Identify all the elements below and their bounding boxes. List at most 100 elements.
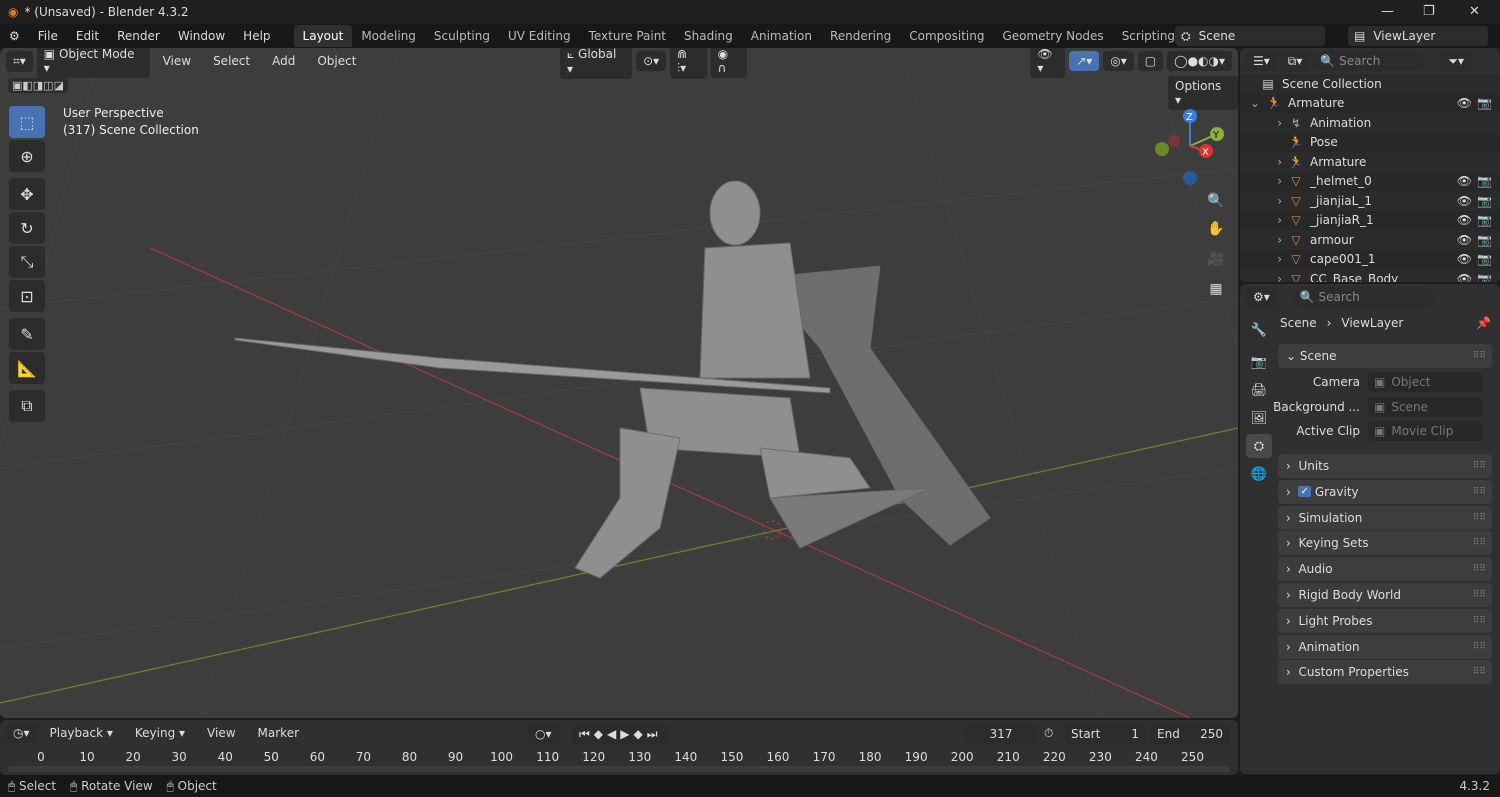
tab-world[interactable]: 🌐	[1246, 462, 1272, 486]
camera-view-button[interactable]: 🎥	[1203, 246, 1229, 272]
proportional-edit-toggle[interactable]: ◉ ∩	[710, 48, 748, 78]
tab-shading[interactable]: Shading	[675, 25, 742, 47]
expand-arrow-icon[interactable]: ›	[1240, 233, 1288, 247]
auto-key-toggle[interactable]: ○▾	[528, 724, 559, 744]
tab-compositing[interactable]: Compositing	[900, 25, 993, 47]
expand-arrow-icon[interactable]: ›	[1240, 174, 1288, 188]
pivot-dropdown[interactable]: ⊙▾	[636, 51, 667, 71]
menu-file[interactable]: File	[29, 29, 67, 43]
outliner-search-input[interactable]: 🔍 Search	[1313, 51, 1424, 71]
visibility-dropdown[interactable]: 👁▾	[1030, 48, 1066, 78]
viewport-menu-select[interactable]: Select	[204, 54, 259, 68]
outliner-item[interactable]: › 🏃 Armature	[1240, 152, 1500, 172]
move-tool[interactable]: ✥	[9, 178, 45, 210]
expand-arrow-icon[interactable]: ›	[1240, 155, 1288, 169]
tab-layout[interactable]: Layout	[293, 25, 353, 47]
editor-type-button[interactable]: ⌗▾	[6, 50, 33, 72]
display-mode-dropdown[interactable]: ⧉▾	[1280, 50, 1310, 72]
playback-controls[interactable]: ⏮◆◀▶◆⏭	[572, 724, 669, 745]
xray-toggle[interactable]: ▢	[1137, 51, 1164, 71]
outliner-item[interactable]: › ▽ _jianjiaL_1 👁 📷	[1240, 191, 1500, 211]
expand-arrow-icon[interactable]: ⌄	[1240, 96, 1266, 110]
visibility-eye-icon[interactable]: 👁	[1457, 272, 1472, 282]
render-camera-icon[interactable]: 📷	[1477, 252, 1492, 266]
render-camera-icon[interactable]: 📷	[1477, 96, 1492, 110]
timeline[interactable]: ◷▾ Playback ▾ Keying ▾ View Marker ○▾ ⏮◆…	[0, 720, 1238, 775]
zoom-view-button[interactable]: 🔍	[1203, 188, 1229, 214]
pan-view-button[interactable]: ✋	[1203, 216, 1229, 242]
viewport-menu-add[interactable]: Add	[263, 54, 304, 68]
minimize-button[interactable]: —	[1381, 4, 1394, 19]
scene-selector[interactable]: ⛭ Scene	[1175, 26, 1325, 46]
visibility-eye-icon[interactable]: 👁	[1457, 252, 1472, 266]
outliner-item[interactable]: › ▽ cape001_1 👁 📷	[1240, 250, 1500, 270]
visibility-eye-icon[interactable]: 👁	[1457, 233, 1472, 247]
outliner-item[interactable]: › ▽ armour 👁 📷	[1240, 230, 1500, 250]
filter-button[interactable]: ⏷▾	[1441, 50, 1471, 72]
navigation-gizmo[interactable]: Z Y X	[1150, 106, 1230, 188]
expand-arrow-icon[interactable]: ›	[1240, 213, 1288, 227]
section-panel[interactable]: › Animation ⠿⠿	[1278, 634, 1492, 659]
field-input[interactable]: ▣ Scene	[1368, 396, 1482, 417]
view-layer-selector[interactable]: ▤ ViewLayer	[1348, 26, 1488, 46]
timeline-menu-view[interactable]: View	[198, 726, 244, 740]
rotate-tool[interactable]: ↻	[9, 212, 45, 244]
options-dropdown[interactable]: Options ▾	[1168, 76, 1238, 110]
outliner-item[interactable]: › ▽ _jianjiaR_1 👁 📷	[1240, 211, 1500, 231]
transform-orientation-dropdown[interactable]: ⟀ Global ▾	[560, 48, 633, 79]
outliner-item[interactable]: ⌄ 🏃 Armature 👁 📷	[1240, 94, 1500, 114]
snap-toggle[interactable]: ⋒ ⫶▾	[670, 48, 707, 79]
render-camera-icon[interactable]: 📷	[1477, 174, 1492, 188]
outliner[interactable]: ☰▾ ⧉▾ 🔍 Search ⏷▾ ▤ Scene Collection ⌄ 🏃 Ar…	[1240, 48, 1500, 282]
visibility-eye-icon[interactable]: 👁	[1457, 174, 1472, 188]
viewport-menu-object[interactable]: Object	[308, 54, 365, 68]
tab-sculpting[interactable]: Sculpting	[425, 25, 499, 47]
menu-render[interactable]: Render	[108, 29, 169, 43]
section-panel[interactable]: › Simulation ⠿⠿	[1278, 505, 1492, 530]
section-panel[interactable]: › Units ⠿⠿	[1278, 454, 1492, 478]
render-camera-icon[interactable]: 📷	[1477, 194, 1492, 208]
timeline-menu-playback[interactable]: Playback ▾	[41, 726, 122, 740]
current-frame-field[interactable]: 317	[965, 724, 1037, 744]
section-panel[interactable]: › Light Probes ⠿⠿	[1278, 608, 1492, 633]
menu-edit[interactable]: Edit	[67, 29, 108, 43]
section-panel[interactable]: › Rigid Body World ⠿⠿	[1278, 583, 1492, 607]
annotate-tool[interactable]: ✎	[9, 318, 45, 350]
outliner-scene-collection[interactable]: ▤ Scene Collection	[1240, 74, 1500, 94]
viewport-menu-view[interactable]: View	[154, 54, 200, 68]
render-camera-icon[interactable]: 📷	[1477, 213, 1492, 227]
render-camera-icon[interactable]: 📷	[1477, 233, 1492, 247]
section-panel[interactable]: › ✓ Gravity ⠿⠿	[1278, 479, 1492, 504]
tab-render[interactable]: 📷	[1246, 350, 1272, 374]
gizmo-toggle[interactable]: ↗▾	[1069, 51, 1100, 71]
maximize-button[interactable]: ❐	[1423, 4, 1435, 19]
selection-mode-buttons[interactable]: ▣◧◨◫◪	[8, 78, 68, 93]
3d-viewport[interactable]: ⌗▾ ▣ Object Mode ▾ View Select Add Objec…	[0, 48, 1238, 718]
expand-arrow-icon[interactable]: ›	[1240, 272, 1288, 282]
outliner-item[interactable]: 🏃 Pose	[1240, 133, 1500, 153]
tab-animation[interactable]: Animation	[742, 25, 821, 47]
tab-texture-paint[interactable]: Texture Paint	[580, 25, 675, 47]
expand-arrow-icon[interactable]: ›	[1240, 116, 1288, 130]
overlay-toggle[interactable]: ◎▾	[1103, 51, 1134, 71]
menu-help[interactable]: Help	[234, 29, 279, 43]
visibility-eye-icon[interactable]: 👁	[1457, 213, 1472, 227]
blender-menu-icon[interactable]: ⚙	[0, 29, 29, 43]
tab-modeling[interactable]: Modeling	[352, 25, 425, 47]
expand-arrow-icon[interactable]: ›	[1240, 252, 1288, 266]
outliner-editor-type[interactable]: ☰▾	[1246, 51, 1277, 71]
timeline-menu-keying[interactable]: Keying ▾	[126, 726, 194, 740]
outliner-item[interactable]: › ▽ CC_Base_Body 👁 📷	[1240, 269, 1500, 282]
pin-icon[interactable]: 📌	[1476, 316, 1491, 330]
tab-scripting[interactable]: Scripting	[1113, 25, 1184, 47]
section-panel[interactable]: › Audio ⠿⠿	[1278, 557, 1492, 582]
properties-editor-type[interactable]: ⚙▾	[1246, 287, 1277, 307]
field-input[interactable]: ▣ Object	[1368, 372, 1482, 392]
menu-window[interactable]: Window	[169, 29, 234, 43]
timeline-menu-marker[interactable]: Marker	[249, 726, 308, 740]
start-frame-field[interactable]: Start 1	[1064, 724, 1146, 744]
timeline-editor-type[interactable]: ◷▾	[6, 723, 37, 743]
section-panel[interactable]: › Custom Properties ⠿⠿	[1278, 660, 1492, 685]
measure-tool[interactable]: 📐	[9, 352, 45, 384]
gravity-checkbox[interactable]: ✓	[1298, 486, 1311, 498]
